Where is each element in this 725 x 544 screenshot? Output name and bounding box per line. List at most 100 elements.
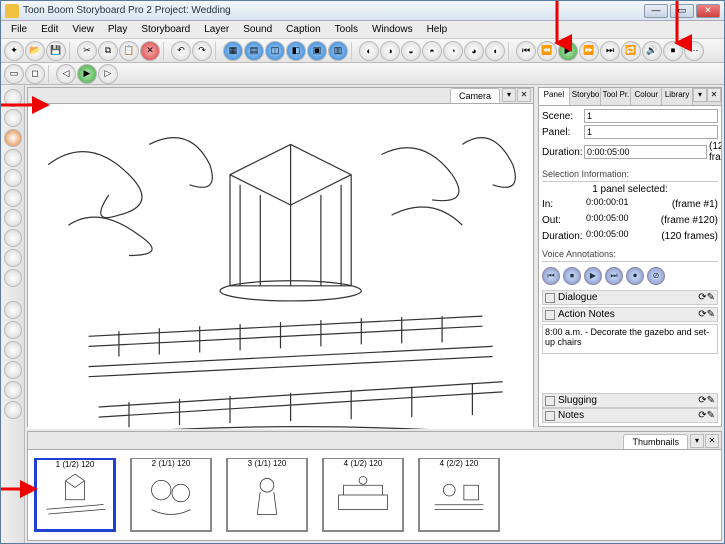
tb-new-button[interactable]: ✦: [4, 41, 24, 61]
tb-cut-button[interactable]: ✂: [77, 41, 97, 61]
tb2-play[interactable]: ▶: [77, 64, 97, 84]
tb-open-button[interactable]: 📂: [25, 41, 45, 61]
scene-input[interactable]: [584, 109, 718, 123]
menu-sound[interactable]: Sound: [237, 23, 278, 36]
voice-delete-button[interactable]: ⊘: [647, 267, 665, 285]
tb-delete-button[interactable]: ✕: [140, 41, 160, 61]
duration-input[interactable]: [584, 145, 707, 159]
caption-tools-icon[interactable]: ⟳✎: [698, 292, 715, 303]
tool-rotate[interactable]: [4, 341, 22, 359]
tb-panel-5-button[interactable]: ◔: [443, 41, 463, 61]
tb-layout-2-button[interactable]: ▤: [244, 41, 264, 61]
thumbnail-3[interactable]: 3 (1/1) 120: [226, 458, 308, 532]
tool-eraser[interactable]: [4, 189, 22, 207]
tb-panel-4-button[interactable]: ◓: [422, 41, 442, 61]
tab-library[interactable]: Library: [662, 88, 693, 105]
tool-pencil[interactable]: [4, 169, 22, 187]
menu-caption[interactable]: Caption: [280, 23, 326, 36]
tb-undo-button[interactable]: ↶: [171, 41, 191, 61]
tb2-opt-1[interactable]: ▭: [4, 64, 24, 84]
voice-last-button[interactable]: ⏭: [605, 267, 623, 285]
tab-storyboard[interactable]: Storybo...: [570, 88, 601, 105]
pane-close-button[interactable]: ✕: [517, 88, 531, 102]
tool-dropper[interactable]: [4, 229, 22, 247]
action-notes-text[interactable]: 8:00 a.m. - Decorate the gazebo and set-…: [542, 324, 718, 354]
tab-tool-properties[interactable]: Tool Pr...: [601, 88, 632, 105]
caption-tools-icon[interactable]: ⟳✎: [698, 395, 715, 406]
caption-tools-icon[interactable]: ⟳✎: [698, 309, 715, 320]
thumb-pane-menu[interactable]: ▾: [690, 434, 704, 448]
thumbnail-5[interactable]: 4 (2/2) 120: [418, 458, 500, 532]
panel-input[interactable]: [584, 125, 718, 139]
thumbnail-strip[interactable]: 1 (1/2) 120 2 (1/1) 120 3 (1/1) 120 4 (1…: [28, 450, 721, 540]
tb-extra-button[interactable]: ⋯: [684, 41, 704, 61]
tb-sound-button[interactable]: 🔊: [642, 41, 662, 61]
tb-layout-6-button[interactable]: ▥: [328, 41, 348, 61]
voice-record-button[interactable]: ⏺: [626, 267, 644, 285]
tb-panel-2-button[interactable]: ◑: [380, 41, 400, 61]
minimize-button[interactable]: —: [644, 4, 668, 18]
thumbnail-2[interactable]: 2 (1/1) 120: [130, 458, 212, 532]
caption-slugging-row[interactable]: Slugging ⟳✎: [542, 393, 718, 408]
close-button[interactable]: ✕: [696, 4, 720, 18]
thumbnail-4[interactable]: 4 (1/2) 120: [322, 458, 404, 532]
tb-redo-button[interactable]: ↷: [192, 41, 212, 61]
thumb-pane-close[interactable]: ✕: [705, 434, 719, 448]
thumbnail-1[interactable]: 1 (1/2) 120: [34, 458, 116, 532]
tool-text[interactable]: [4, 149, 22, 167]
tool-zoom[interactable]: [4, 301, 22, 319]
menu-file[interactable]: File: [5, 23, 33, 36]
tb-play-last-button[interactable]: ⏭: [600, 41, 620, 61]
tab-panel[interactable]: Panel: [539, 88, 570, 105]
tool-misc-2[interactable]: [4, 401, 22, 419]
caption-action-row[interactable]: Action Notes ⟳✎: [542, 307, 718, 322]
titlebar: Toon Boom Storyboard Pro 2 Project: Wedd…: [1, 1, 724, 21]
voice-play-button[interactable]: ▶: [584, 267, 602, 285]
menu-layer[interactable]: Layer: [198, 23, 235, 36]
tb-layout-4-button[interactable]: ◧: [286, 41, 306, 61]
tb2-opt-2[interactable]: ◻: [25, 64, 45, 84]
menu-windows[interactable]: Windows: [366, 23, 419, 36]
tab-thumbnails[interactable]: Thumbnails: [623, 434, 688, 449]
voice-stop-button[interactable]: ⏹: [563, 267, 581, 285]
tab-colour[interactable]: Colour: [631, 88, 662, 105]
app-icon: [5, 4, 19, 18]
tb-panel-6-button[interactable]: ◕: [464, 41, 484, 61]
menu-help[interactable]: Help: [421, 23, 454, 36]
tb-paste-button[interactable]: 📋: [119, 41, 139, 61]
tab-camera[interactable]: Camera: [450, 88, 500, 103]
tool-hand[interactable]: [4, 321, 22, 339]
tb-loop-button[interactable]: 🔁: [621, 41, 641, 61]
tb-save-button[interactable]: 💾: [46, 41, 66, 61]
tb-layout-3-button[interactable]: ◫: [265, 41, 285, 61]
menu-play[interactable]: Play: [102, 23, 133, 36]
caption-tools-icon[interactable]: ⟳✎: [698, 410, 715, 421]
pane-menu-button[interactable]: ▾: [502, 88, 516, 102]
tool-line[interactable]: [4, 269, 22, 287]
tool-shape[interactable]: [4, 249, 22, 267]
caption-dialogue-row[interactable]: Dialogue ⟳✎: [542, 290, 718, 305]
tool-misc-1[interactable]: [4, 381, 22, 399]
right-pane-menu[interactable]: ▾: [693, 88, 707, 102]
tool-camera[interactable]: [4, 361, 22, 379]
tb-layout-5-button[interactable]: ▣: [307, 41, 327, 61]
tb-panel-1-button[interactable]: ◐: [359, 41, 379, 61]
caption-notes-row[interactable]: Notes ⟳✎: [542, 408, 718, 423]
tool-brush[interactable]: [4, 129, 22, 147]
voice-first-button[interactable]: ⏮: [542, 267, 560, 285]
right-pane-close[interactable]: ✕: [707, 88, 721, 102]
tb-copy-button[interactable]: ⧉: [98, 41, 118, 61]
menu-edit[interactable]: Edit: [35, 23, 64, 36]
tool-paint[interactable]: [4, 209, 22, 227]
tb-panel-7-button[interactable]: ◖: [485, 41, 505, 61]
canvas-view[interactable]: [28, 104, 533, 429]
tb2-prev[interactable]: ◁: [56, 64, 76, 84]
menu-view[interactable]: View: [66, 23, 100, 36]
tb-panel-3-button[interactable]: ◒: [401, 41, 421, 61]
menu-tools[interactable]: Tools: [329, 23, 364, 36]
tb-play-next-button[interactable]: ⏩: [579, 41, 599, 61]
tb2-next[interactable]: ▷: [98, 64, 118, 84]
tb-play-first-button[interactable]: ⏮: [516, 41, 536, 61]
tb-layout-1-button[interactable]: ▦: [223, 41, 243, 61]
menu-storyboard[interactable]: Storyboard: [135, 23, 196, 36]
